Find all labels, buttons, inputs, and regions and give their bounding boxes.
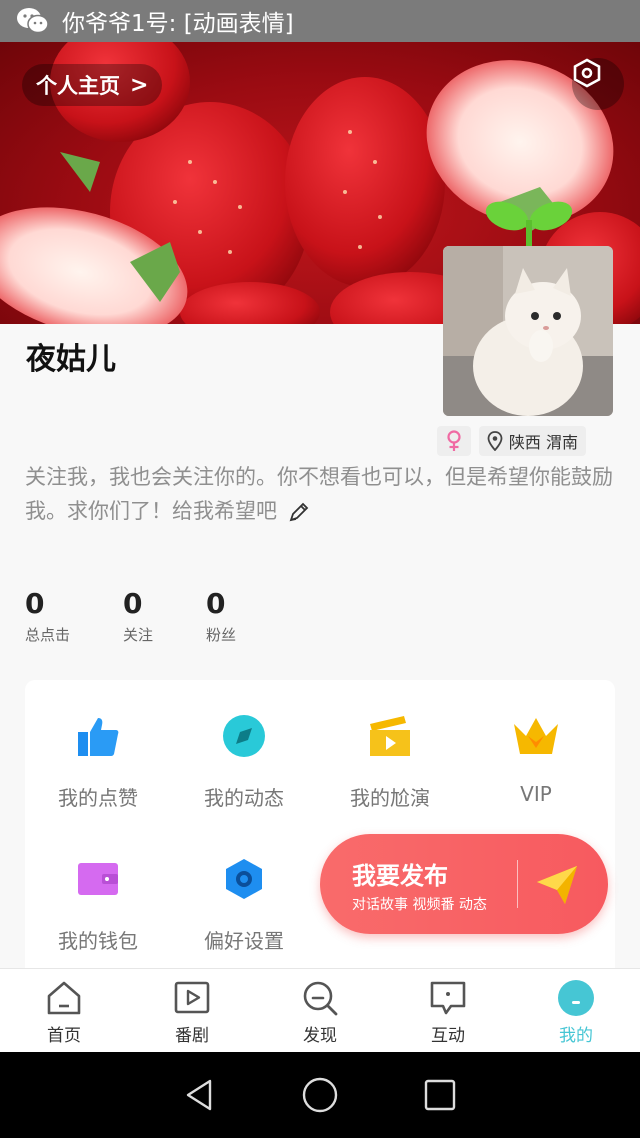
bio-text: 关注我，我也会关注你的。你不想看也可以，但是希望你能鼓励我。求你们了！给我希望吧 xyxy=(25,465,613,523)
publish-button[interactable]: 我要发布 对话故事 视频番 动态 xyxy=(320,834,608,934)
avatar[interactable] xyxy=(443,246,613,416)
menu-label: VIP xyxy=(520,782,552,806)
stat-label: 粉丝 xyxy=(206,626,237,644)
pencil-icon[interactable] xyxy=(288,501,310,523)
stat-label: 关注 xyxy=(123,626,154,644)
stat-value: 0 xyxy=(206,587,226,620)
stat-following[interactable]: 0 关注 xyxy=(123,588,153,645)
menu-label: 偏好设置 xyxy=(204,929,284,953)
wechat-icon xyxy=(17,8,49,34)
menu-vip[interactable]: VIP xyxy=(463,712,609,806)
chat-bubble-icon xyxy=(430,981,466,1015)
location-text: 陕西 渭南 xyxy=(508,433,578,452)
tab-discover[interactable]: 发现 xyxy=(256,969,384,1052)
settings-button[interactable] xyxy=(572,58,624,110)
bio[interactable]: 关注我，我也会关注你的。你不想看也可以，但是希望你能鼓励我。求你们了！给我希望吧 xyxy=(25,460,615,528)
crown-icon xyxy=(514,718,558,754)
system-nav-bar xyxy=(0,1052,640,1138)
username: 夜姑儿 xyxy=(26,342,116,377)
female-icon xyxy=(447,430,461,451)
wallet-icon xyxy=(78,863,118,895)
tab-label: 我的 xyxy=(559,1026,593,1046)
cat-photo xyxy=(443,246,613,416)
menu-preferences[interactable]: 偏好设置 xyxy=(171,855,317,954)
stat-value: 0 xyxy=(25,587,45,620)
menu-label: 我的尬演 xyxy=(350,786,430,810)
gender-badge xyxy=(436,426,471,456)
back-icon[interactable] xyxy=(180,1075,220,1115)
notification-text: 你爷爷1号: [动画表情] xyxy=(62,11,294,37)
publish-divider xyxy=(517,860,518,908)
tab-label: 番剧 xyxy=(175,1026,209,1046)
tab-me[interactable]: 我的 xyxy=(512,969,640,1052)
bottom-tab-bar: 首页 番剧 发现 互动 我的 xyxy=(0,968,640,1052)
stat-fans[interactable]: 0 粉丝 xyxy=(206,588,236,645)
thumbs-up-icon xyxy=(78,718,119,756)
tab-anime[interactable]: 番剧 xyxy=(128,969,256,1052)
profile-icon xyxy=(558,980,594,1016)
menu-label: 我的动态 xyxy=(204,786,284,810)
personal-homepage-button[interactable]: 个人主页 > xyxy=(22,64,163,106)
stat-label: 总点击 xyxy=(25,626,71,644)
tab-label: 互动 xyxy=(431,1026,465,1046)
stat-value: 0 xyxy=(123,587,143,620)
stats-row: 0 总点击 0 关注 0 粉丝 xyxy=(25,588,289,645)
function-card: 我的点赞 我的动态 我的尬演 VIP 我的钱包 偏好设置 xyxy=(25,680,615,980)
tab-interact[interactable]: 互动 xyxy=(384,969,512,1052)
hexagon-settings-icon xyxy=(573,58,601,88)
compass-icon xyxy=(223,715,265,757)
home-icon xyxy=(47,981,81,1015)
menu-my-posts[interactable]: 我的动态 xyxy=(171,712,317,811)
menu-my-performances[interactable]: 我的尬演 xyxy=(317,712,463,811)
sprout-icon xyxy=(485,201,573,248)
tab-label: 首页 xyxy=(47,1026,81,1046)
recents-icon[interactable] xyxy=(420,1075,460,1115)
home-circle-icon[interactable] xyxy=(300,1075,340,1115)
play-square-icon xyxy=(174,981,210,1014)
stat-total-clicks[interactable]: 0 总点击 xyxy=(25,588,70,645)
location-pin-icon xyxy=(487,431,503,451)
profile-tags: 陕西 渭南 xyxy=(436,426,586,456)
tab-home[interactable]: 首页 xyxy=(0,969,128,1052)
location-badge: 陕西 渭南 xyxy=(478,426,586,456)
publish-subtitle: 对话故事 视频番 动态 xyxy=(352,897,487,913)
personal-homepage-label: 个人主页 xyxy=(36,74,120,98)
clapperboard-icon xyxy=(370,716,410,756)
menu-label: 我的钱包 xyxy=(58,929,138,953)
hexagon-gear-icon xyxy=(226,859,262,899)
menu-my-wallet[interactable]: 我的钱包 xyxy=(25,855,171,954)
avatar-container xyxy=(443,196,613,416)
search-icon xyxy=(303,981,338,1016)
menu-my-likes[interactable]: 我的点赞 xyxy=(25,712,171,811)
chevron-right-icon: > xyxy=(130,72,149,98)
menu-label: 我的点赞 xyxy=(58,786,138,810)
publish-title: 我要发布 xyxy=(352,862,448,890)
tab-label: 发现 xyxy=(303,1026,337,1046)
status-bar: 你爷爷1号: [动画表情] xyxy=(0,0,640,42)
paper-plane-icon xyxy=(537,866,577,904)
